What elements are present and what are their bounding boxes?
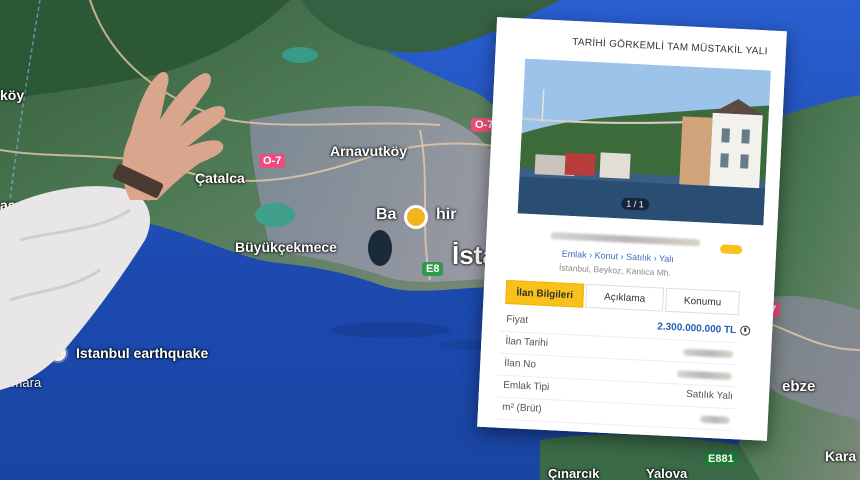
map-label-cinarcik: Çınarcık xyxy=(548,466,600,480)
listing-photo[interactable]: 1 / 1 xyxy=(517,58,771,226)
map-label-kara: Kara xyxy=(825,448,857,464)
blurred-text xyxy=(550,232,701,247)
road-badge-e881: E881 xyxy=(704,452,738,466)
map-label-gebze: ebze xyxy=(782,378,816,395)
property-type-label: Emlak Tipi xyxy=(502,379,550,394)
map-label-basaksehir-b: hir xyxy=(436,206,457,223)
blurred-value xyxy=(682,348,734,359)
date-label: İlan Tarihi xyxy=(505,335,549,350)
gross-area-label: m² (Brüt) xyxy=(501,401,542,415)
tab-listing-info[interactable]: İlan Bilgileri xyxy=(505,279,585,308)
property-type-value: Satılık Yalı xyxy=(685,388,734,403)
listing-no-label: İlan No xyxy=(504,357,537,371)
photo-counter: 1 / 1 xyxy=(620,197,650,211)
map-label-arnavutkoy: Arnavutköy xyxy=(330,143,408,159)
blurred-value xyxy=(676,370,733,381)
road-badge-e8: E8 xyxy=(422,262,444,276)
price-history-icon[interactable] xyxy=(739,325,751,336)
price-value: 2.300.000.000 TL xyxy=(657,321,737,337)
listing-breadcrumb[interactable]: Emlak › Konut › Satılık › Yalı xyxy=(561,249,674,264)
map-label-basaksehir-a: Ba xyxy=(376,206,397,223)
map-scene: Arnavutköy Çatalca Büyükçekmece İsta Ba … xyxy=(0,0,860,480)
blurred-value xyxy=(699,415,730,425)
price-label: Fiyat xyxy=(506,313,529,327)
tab-description[interactable]: Açıklama xyxy=(585,283,665,312)
listing-page: TARİHİ GÖRKEMLİ TAM MÜSTAKİL YALI 1 / 1 … xyxy=(481,21,783,437)
map-label-buyukcekmece: Büyükçekmece xyxy=(235,239,337,255)
map-label-koy: köy xyxy=(0,87,25,103)
listing-title: TARİHİ GÖRKEMLİ TAM MÜSTAKİL YALI xyxy=(571,36,768,58)
map-label-yalova: Yalova xyxy=(646,466,688,480)
road-badge-o7: O-7 xyxy=(259,154,286,168)
listing-screenshot-card: TARİHİ GÖRKEMLİ TAM MÜSTAKİL YALI 1 / 1 … xyxy=(477,17,787,441)
tab-location[interactable]: Konumu xyxy=(664,287,741,316)
presenter-hand xyxy=(112,71,226,200)
city-pin xyxy=(404,205,428,229)
accent-marker xyxy=(719,244,743,255)
listing-location: İstanbul, Beykoz, Kanlıca Mh. xyxy=(558,262,672,278)
